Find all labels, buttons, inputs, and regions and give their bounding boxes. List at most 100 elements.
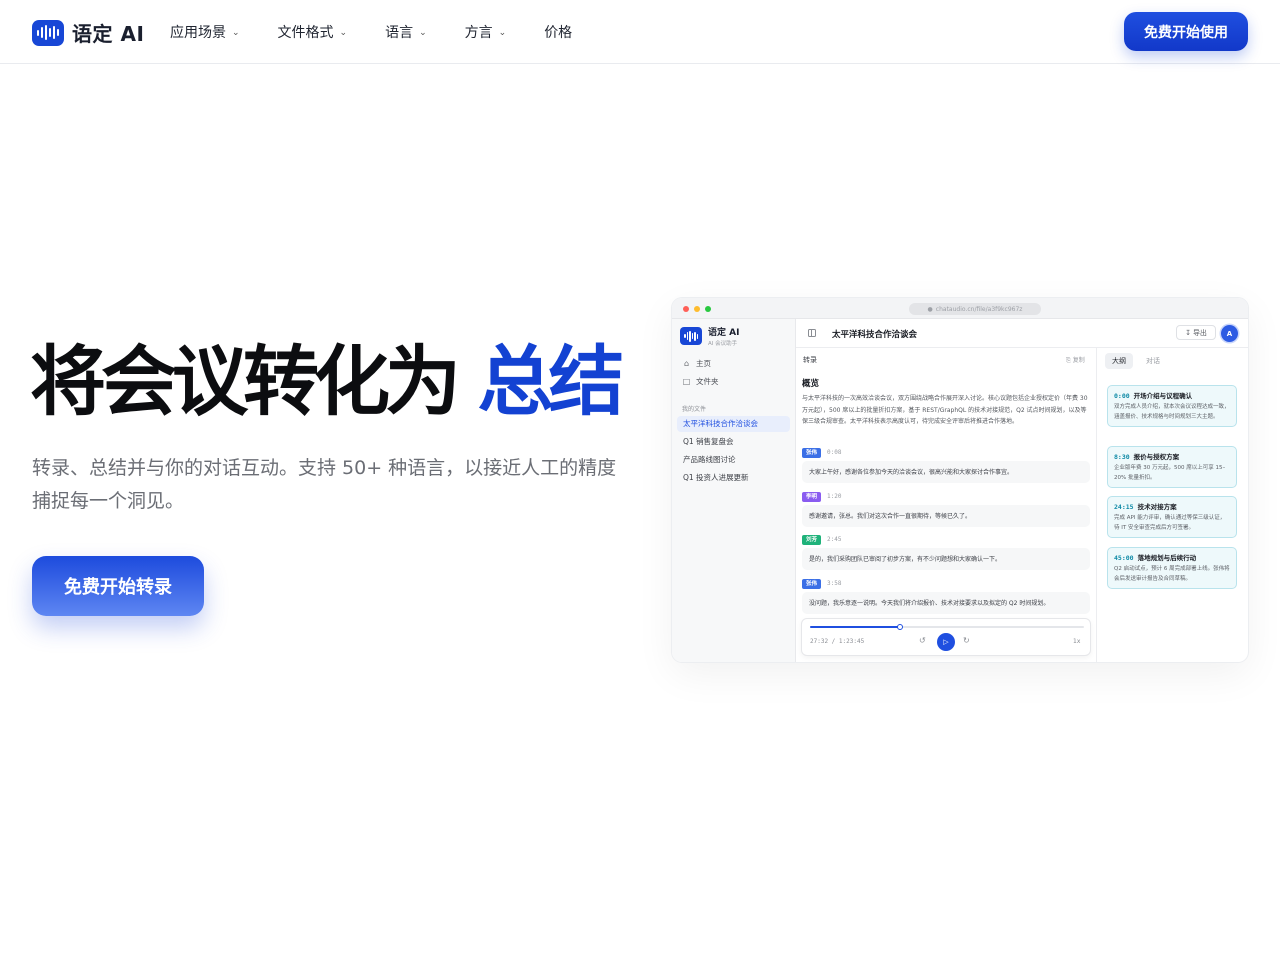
copy-icon: ⎘ (1066, 357, 1071, 364)
start-transcribing-button[interactable]: 免费开始转录 (32, 556, 204, 616)
transcript-segment: 感谢邀请，张总。我们对这次合作一直很期待，等候已久了。 (802, 505, 1090, 527)
app-main: 太平洋科技合作洽谈会 ↧ 导出 A 转录 ⎘ 复制 概览 与太平洋科技的一次高效… (796, 319, 1248, 662)
outline-item-heading: 8:30 报价与授权方案 (1114, 451, 1230, 461)
segment-time[interactable]: 0:08 (827, 449, 841, 456)
nav-item-label: 文件格式 (277, 25, 334, 41)
file-item[interactable]: 太平洋科技合作洽谈会 (677, 416, 790, 432)
sidebar-brand: 语定 AI AI 会议助手 (680, 325, 739, 347)
file-item[interactable]: 产品路线图讨论 (677, 452, 790, 468)
forward-icon[interactable]: ↻ (963, 636, 970, 645)
toggle-sidebar-icon[interactable] (808, 329, 816, 337)
outline-item-text: 完成 API 能力评审，确认通过等保三级认证，待 IT 安全审查完成后方可签署。 (1114, 515, 1226, 531)
app-preview: ● chataudio.cn/file/a3f9kc967z 语定 AI AI … (672, 298, 1248, 662)
outline-item-time: 8:30 (1114, 453, 1130, 461)
avatar[interactable]: A (1221, 325, 1238, 342)
file-item[interactable]: Q1 销售复盘会 (677, 434, 790, 450)
total-time: 1:23:45 (838, 638, 865, 645)
transcript-tab[interactable]: 转录 (803, 355, 817, 365)
transcript-segment: 是的，我们采购团队已审阅了初步方案，有不少问题想和大家确认一下。 (802, 548, 1090, 570)
chevron-down-icon: ⌄ (498, 28, 507, 38)
hero-subtitle: 转录、总结并与你的对话互动。支持 50+ 种语言，以接近人工的精度捕捉每一个洞见… (32, 457, 617, 512)
progress-fill (810, 626, 901, 628)
play-button[interactable]: ▷ (937, 633, 955, 651)
hero-title: 将会议转化为 总结 (30, 336, 624, 428)
nav-item-label: 语言 (385, 25, 414, 41)
segment-time[interactable]: 3:58 (827, 580, 841, 587)
browser-chrome: ● chataudio.cn/file/a3f9kc967z (672, 298, 1248, 319)
outline-item[interactable]: 8:30 报价与授权方案 企业版年费 30 万元起，500 席以上可享 15–20… (1107, 446, 1237, 488)
file-item[interactable]: Q1 投资人进展更新 (677, 470, 790, 486)
outline-item-title: 技术对接方案 (1137, 503, 1177, 511)
outline-item-title: 落地规划与后续行动 (1137, 554, 1197, 562)
window-maximize-dot (705, 306, 711, 312)
sidebar-item-label: 主页 (696, 359, 711, 368)
copy-button[interactable]: ⎘ 复制 (1066, 355, 1085, 365)
current-time: 27:32 (810, 638, 829, 645)
waveform-logo-icon (32, 19, 64, 46)
export-label: 导出 (1192, 328, 1207, 337)
progress-track[interactable] (810, 624, 1084, 630)
outline-item-time: 0:00 (1114, 392, 1130, 400)
tab-outline[interactable]: 大纲 (1105, 353, 1133, 369)
outline-item-title: 开场介绍与议程确认 (1133, 392, 1193, 400)
sidebar-app-subtitle: AI 会议助手 (708, 341, 738, 347)
outline-item-heading: 0:00 开场介绍与议程确认 (1114, 390, 1230, 400)
main-menu: 应用场景 ⌄ 文件格式 ⌄ 语言 ⌄ 方言 ⌄ 价格 (170, 0, 572, 64)
sidebar-item-home[interactable]: ⌂ 主页 (682, 358, 711, 369)
sidebar-app-name: 语定 AI (708, 328, 740, 338)
nav-item-languages[interactable]: 语言 ⌄ (385, 22, 427, 42)
outline-item-text: 双方完成人员介绍，就本次会议议程达成一致，涵盖报价、技术规格与时间规划三大主题。 (1114, 404, 1230, 420)
outline-panel: 大纲 对话 0:00 开场介绍与议程确认 双方完成人员介绍，就本次会议议程达成一致… (1097, 348, 1248, 662)
hero-title-main: 将会议转化为 (30, 337, 461, 426)
audio-player: 27:32 / 1:23:45 ↺ ▷ ↻ 1x (801, 618, 1091, 656)
outline-item[interactable]: 45:00 落地规划与后续行动 Q2 启动试点，预计 6 周完成部署上线。张伟将会… (1107, 547, 1237, 589)
transcript-panel: 转录 ⎘ 复制 概览 与太平洋科技的一次高效洽谈会议，双方围绕战略合作展开深入讨… (796, 348, 1097, 662)
nav-item-pricing[interactable]: 价格 (544, 22, 572, 42)
outline-item[interactable]: 24:15 技术对接方案 完成 API 能力评审，确认通过等保三级认证，待 IT … (1107, 496, 1237, 538)
outline-item-heading: 24:15 技术对接方案 (1114, 501, 1230, 511)
segment-time[interactable]: 2:45 (827, 536, 841, 543)
sidebar-item-folders[interactable]: □ 文件夹 (682, 376, 719, 387)
export-button[interactable]: ↧ 导出 (1176, 325, 1216, 340)
hero-title-accent: 总结 (477, 337, 624, 426)
progress-handle[interactable] (897, 624, 904, 630)
nav-item-label: 价格 (544, 25, 573, 41)
outline-item-time: 45:00 (1114, 554, 1134, 562)
playback-time: 27:32 / 1:23:45 (810, 638, 865, 645)
outline-item-heading: 45:00 落地规划与后续行动 (1114, 552, 1230, 562)
app-sidebar: 语定 AI AI 会议助手 ⌂ 主页 □ 文件夹 我的文件 太平洋科技合作洽谈会… (672, 319, 796, 662)
document-title: 太平洋科技合作洽谈会 (832, 330, 918, 340)
tab-chat[interactable]: 对话 (1139, 353, 1167, 369)
lock-icon: ● (927, 305, 933, 313)
outline-tabs: 大纲 对话 (1105, 353, 1167, 369)
speaker-tag: 张伟 (802, 579, 822, 589)
playback-speed[interactable]: 1x (1073, 638, 1080, 645)
rewind-icon[interactable]: ↺ (919, 636, 926, 645)
chevron-down-icon: ⌄ (232, 28, 240, 38)
document-header: 太平洋科技合作洽谈会 ↧ 导出 A (796, 319, 1248, 348)
folder-icon: □ (682, 377, 691, 386)
outline-item[interactable]: 0:00 开场介绍与议程确认 双方完成人员介绍，就本次会议议程达成一致，涵盖报价、… (1107, 385, 1237, 427)
transcript-segment: 没问题，我乐意逐一说明。今天我们将介绍报价、技术对接要求以及拟定的 Q2 时间规… (802, 592, 1090, 614)
outline-item-text: 企业版年费 30 万元起，500 席以上可享 15–20% 批量折扣。 (1114, 465, 1226, 481)
nav-item-file-formats[interactable]: 文件格式 ⌄ (278, 22, 348, 42)
chevron-down-icon: ⌄ (339, 28, 348, 38)
segment-time[interactable]: 1:20 (827, 493, 841, 500)
overview-text: 与太平洋科技的一次高效洽谈会议，双方围绕战略合作展开深入讨论。核心议题包括企业授… (802, 395, 1088, 425)
chevron-down-icon: ⌄ (419, 28, 427, 38)
start-free-button[interactable]: 免费开始使用 (1124, 12, 1248, 51)
brand-name: 语定 AI (72, 22, 145, 46)
outline-item-title: 报价与授权方案 (1133, 453, 1180, 461)
play-icon: ▷ (943, 638, 949, 646)
brand-logo[interactable]: 语定 AI (32, 18, 144, 47)
copy-label: 复制 (1072, 357, 1085, 364)
speaker-tag: 张伟 (802, 448, 822, 458)
nav-item-label: 方言 (464, 25, 493, 41)
waveform-logo-icon (680, 327, 702, 345)
nav-item-use-cases[interactable]: 应用场景 ⌄ (170, 22, 240, 42)
outline-item-text: Q2 启动试点，预计 6 周完成部署上线。张伟将会后发送审计报告及合同草稿。 (1114, 566, 1230, 582)
address-bar: ● chataudio.cn/file/a3f9kc967z (909, 303, 1041, 315)
speaker-tag: 刘芳 (802, 535, 822, 545)
nav-item-dialects[interactable]: 方言 ⌄ (465, 22, 507, 42)
top-nav: 语定 AI 应用场景 ⌄ 文件格式 ⌄ 语言 ⌄ 方言 ⌄ 价格 免费开始使用 (0, 0, 1280, 64)
